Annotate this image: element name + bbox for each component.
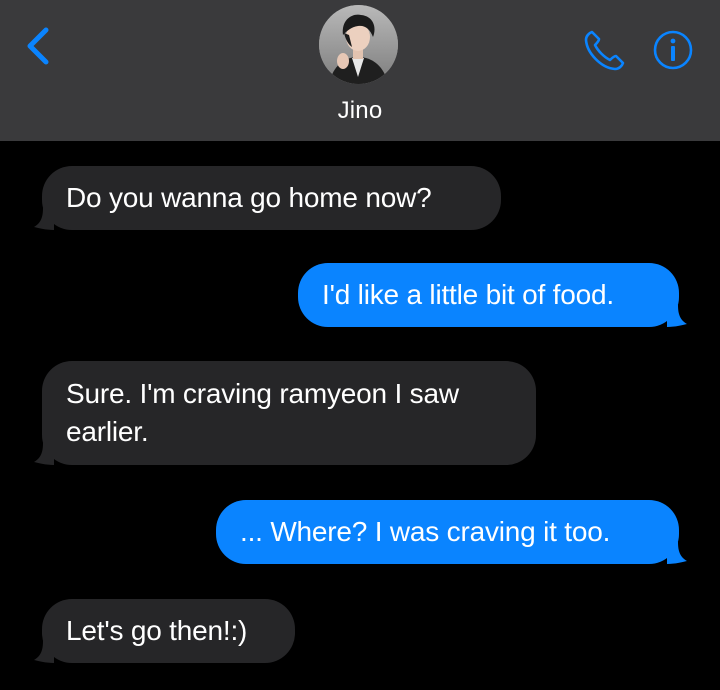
message-thread[interactable]: Do you wanna go home now? I'd like a lit…	[0, 141, 720, 690]
info-icon	[652, 29, 694, 71]
message-text: Let's go then!:)	[66, 615, 248, 646]
chevron-left-icon	[18, 24, 58, 68]
outgoing-message-bubble[interactable]: I'd like a little bit of food.	[298, 263, 679, 327]
messages-screen: Jino Do you wanna go home now? I'd like …	[0, 0, 720, 690]
message-text: Do you wanna go home now?	[66, 182, 432, 213]
bubble-tail	[667, 542, 687, 564]
incoming-message-bubble[interactable]: Sure. I'm craving ramyeon I saw earlier.	[42, 361, 536, 465]
contact-name[interactable]: Jino	[260, 96, 460, 126]
incoming-message-bubble[interactable]: Do you wanna go home now?	[42, 166, 501, 230]
bubble-tail	[34, 443, 54, 465]
contact-avatar[interactable]	[319, 5, 398, 84]
bubble-tail	[34, 641, 54, 663]
outgoing-message-bubble[interactable]: ... Where? I was craving it too.	[216, 500, 679, 564]
message-text: ... Where? I was craving it too.	[240, 516, 611, 547]
conversation-header: Jino	[0, 0, 720, 141]
message-text: I'd like a little bit of food.	[322, 279, 614, 310]
back-button[interactable]	[18, 24, 58, 68]
bubble-tail	[667, 305, 687, 327]
phone-icon	[580, 27, 628, 75]
incoming-message-bubble[interactable]: Let's go then!:)	[42, 599, 295, 663]
message-text: Sure. I'm craving ramyeon I saw earlier.	[66, 378, 459, 447]
info-button[interactable]	[652, 29, 694, 71]
bubble-tail	[34, 208, 54, 230]
call-button[interactable]	[580, 27, 628, 75]
